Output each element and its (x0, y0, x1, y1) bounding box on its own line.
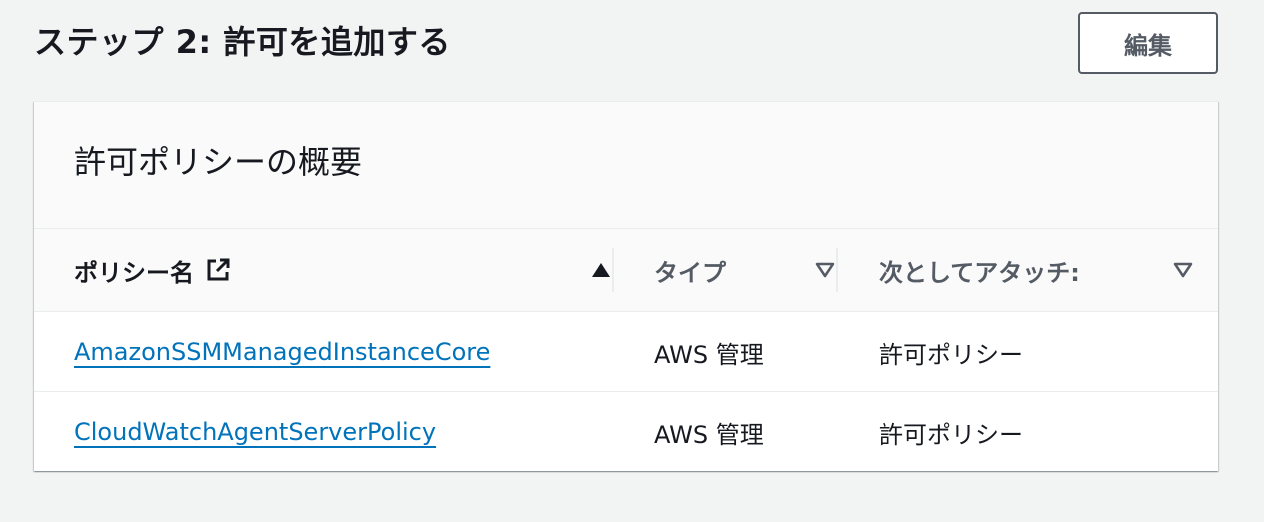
column-label-attached-as: 次としてアタッチ: (879, 258, 1080, 287)
policy-link[interactable]: AmazonSSMManagedInstanceCore (74, 338, 490, 366)
external-link-icon[interactable] (204, 256, 232, 284)
table-row: CloudWatchAgentServerPolicy AWS 管理 許可ポリシ… (34, 392, 1218, 472)
policy-type-cell: AWS 管理 (654, 420, 764, 449)
panel-header: 許可ポリシーの概要 (34, 102, 1218, 229)
column-label-type: タイプ (654, 258, 726, 287)
column-label-policy-name: ポリシー名 (74, 258, 194, 287)
sort-descending-icon[interactable] (814, 259, 836, 281)
panel-title: 許可ポリシーの概要 (74, 143, 363, 181)
column-header-attached-as[interactable]: 次としてアタッチ: (879, 229, 1194, 311)
permissions-summary-panel: 許可ポリシーの概要 ポリシー名 タイプ 次としてアタッチ: AmazonSSMM… (34, 101, 1218, 471)
column-header-type[interactable]: タイプ (654, 229, 836, 311)
table-row: AmazonSSMManagedInstanceCore AWS 管理 許可ポリ… (34, 312, 1218, 392)
attached-as-cell: 許可ポリシー (879, 420, 1023, 449)
policy-name-cell: AmazonSSMManagedInstanceCore (74, 312, 490, 392)
policy-link[interactable]: CloudWatchAgentServerPolicy (74, 418, 436, 446)
column-divider[interactable] (612, 248, 614, 292)
attached-as-cell: 許可ポリシー (879, 340, 1023, 369)
edit-button[interactable]: 編集 (1078, 12, 1218, 74)
sort-descending-icon[interactable] (1172, 259, 1194, 281)
policy-type-cell: AWS 管理 (654, 340, 764, 369)
column-header-policy-name[interactable]: ポリシー名 (74, 229, 612, 311)
step-title: ステップ 2: 許可を追加する (34, 23, 451, 61)
sort-ascending-icon[interactable] (590, 259, 612, 281)
column-divider[interactable] (836, 248, 838, 292)
step-header: ステップ 2: 許可を追加する 編集 (34, 12, 1218, 76)
policy-name-cell: CloudWatchAgentServerPolicy (74, 392, 436, 472)
table-header: ポリシー名 タイプ 次としてアタッチ: (34, 229, 1218, 312)
table-body: AmazonSSMManagedInstanceCore AWS 管理 許可ポリ… (34, 312, 1218, 472)
